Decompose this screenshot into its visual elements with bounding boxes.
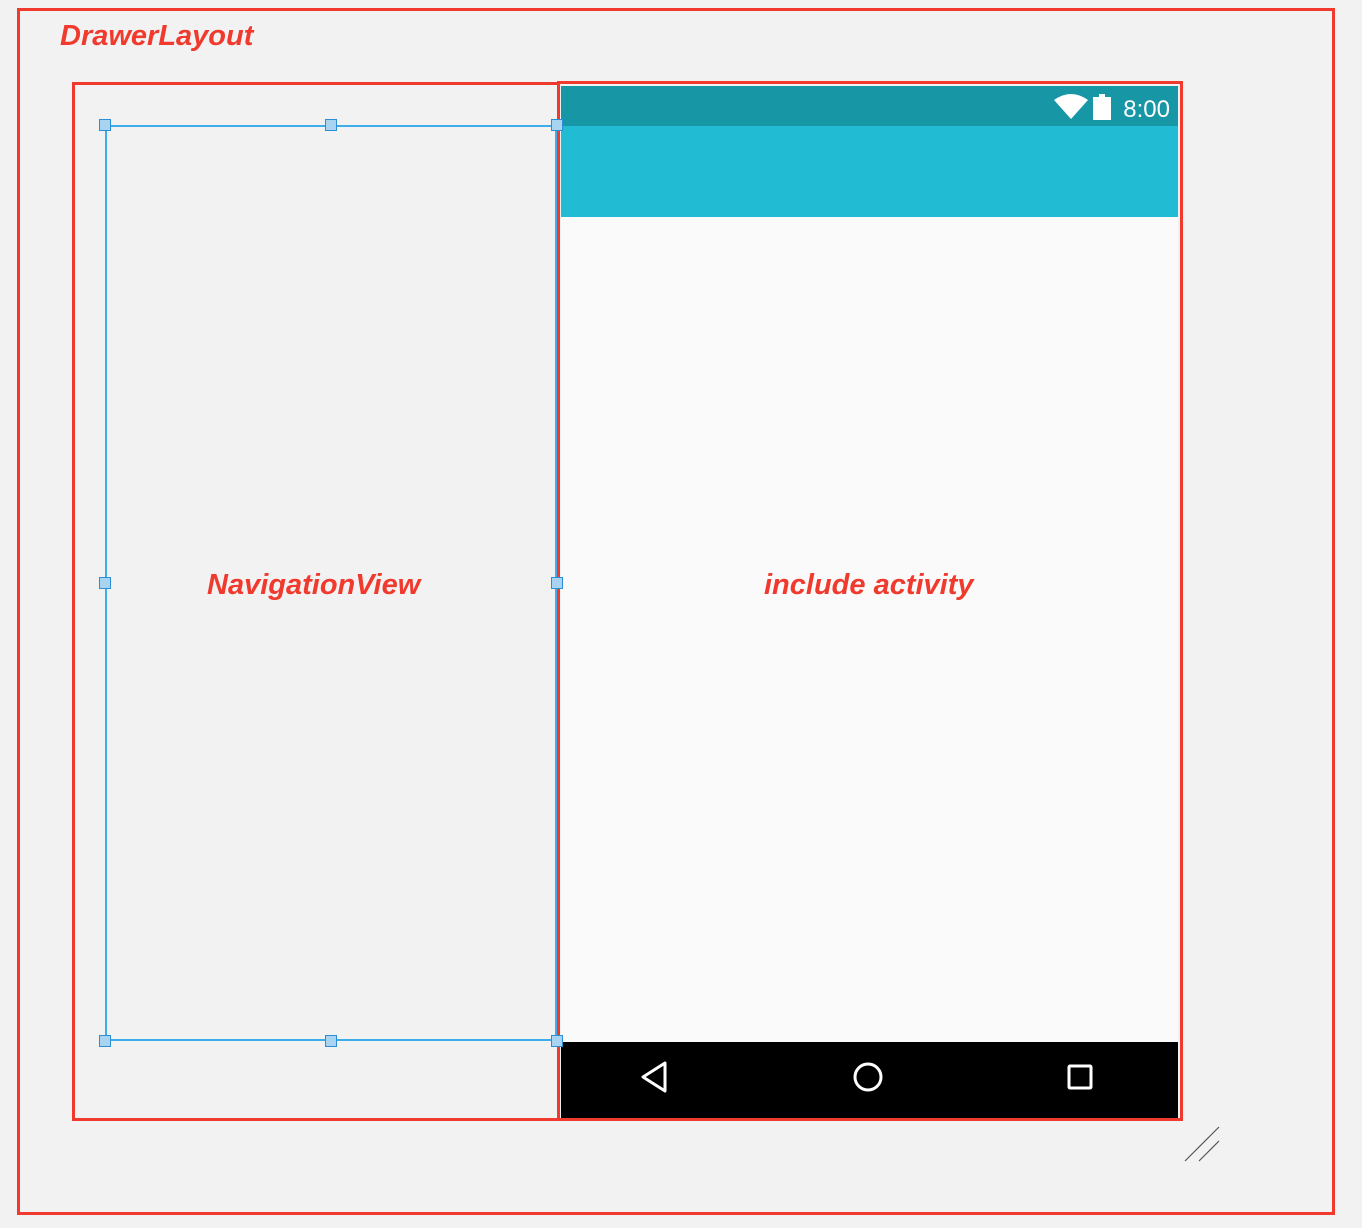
- resize-handle-left[interactable]: [99, 577, 111, 589]
- design-canvas: 8:00 DrawerLayout NavigationView include…: [0, 0, 1362, 1228]
- include-activity-label: include activity: [764, 569, 974, 601]
- resize-grip-icon[interactable]: [1183, 1126, 1223, 1171]
- resize-handle-top[interactable]: [325, 119, 337, 131]
- navigation-view-label: NavigationView: [207, 569, 421, 601]
- resize-handle-bottom[interactable]: [325, 1035, 337, 1047]
- resize-handle-top-right[interactable]: [551, 119, 563, 131]
- resize-handle-bottom-left[interactable]: [99, 1035, 111, 1047]
- drawer-layout-label: DrawerLayout: [60, 20, 254, 52]
- resize-handle-bottom-right[interactable]: [551, 1035, 563, 1047]
- resize-handle-top-left[interactable]: [99, 119, 111, 131]
- resize-handle-right[interactable]: [551, 577, 563, 589]
